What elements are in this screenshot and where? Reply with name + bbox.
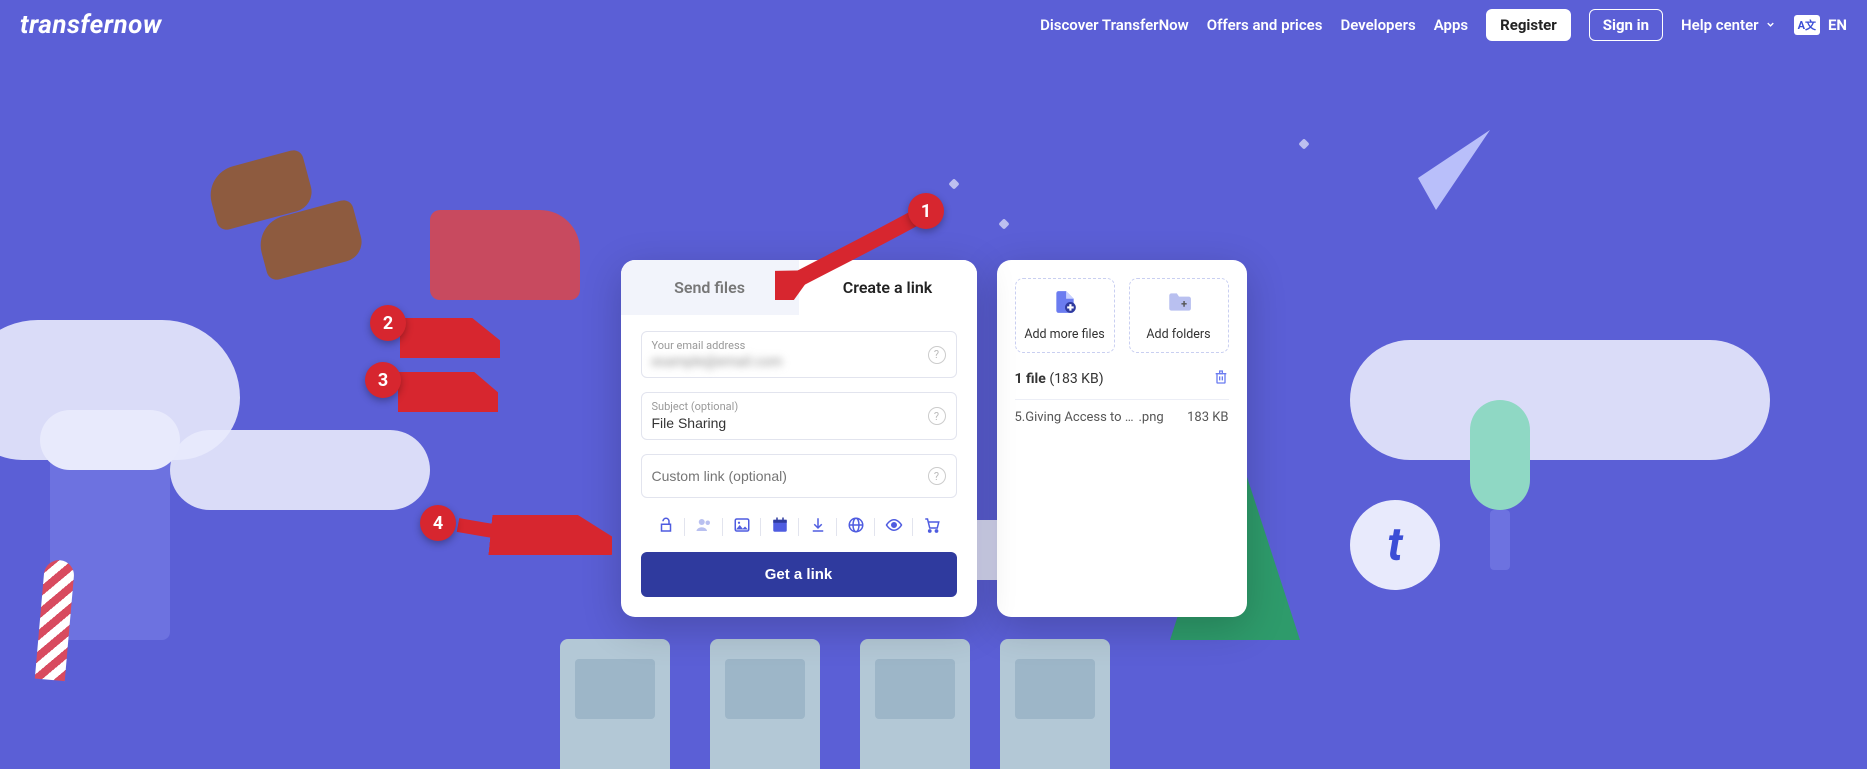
- file-total-size: (183 KB): [1049, 371, 1103, 387]
- annotation-marker-4: 4: [420, 505, 456, 541]
- calendar-icon: [771, 516, 789, 538]
- annotation-marker-2: 2: [370, 305, 406, 341]
- get-link-button[interactable]: Get a link: [641, 552, 957, 597]
- file-count: 1 file: [1015, 371, 1046, 387]
- eye-icon: [885, 516, 903, 538]
- annotation-marker-1: 1: [908, 193, 944, 229]
- help-icon[interactable]: ?: [928, 346, 946, 364]
- subject-field-wrapper[interactable]: Subject (optional) ?: [641, 392, 957, 440]
- option-language[interactable]: [837, 516, 875, 538]
- file-ext: .png: [1139, 410, 1164, 425]
- main-nav: Discover TransferNow Offers and prices D…: [1040, 9, 1847, 41]
- cart-icon: [923, 516, 941, 538]
- option-contacts[interactable]: [685, 516, 723, 538]
- file-plus-icon: [1052, 289, 1078, 321]
- help-icon[interactable]: ?: [928, 467, 946, 485]
- subject-label: Subject (optional): [652, 400, 922, 413]
- annotation-arrow-2: [400, 318, 500, 358]
- chevron-down-icon: [1765, 16, 1776, 34]
- email-input[interactable]: example@email.com: [652, 352, 922, 370]
- brand-logo[interactable]: transfernow: [20, 10, 162, 40]
- svg-text:+: +: [1181, 297, 1187, 310]
- options-row: [641, 512, 957, 552]
- file-size: 183 KB: [1187, 410, 1228, 425]
- register-button[interactable]: Register: [1486, 9, 1571, 41]
- option-shop[interactable]: [913, 516, 951, 538]
- add-files-button[interactable]: Add more files: [1015, 278, 1115, 353]
- tab-create-link[interactable]: Create a link: [799, 260, 977, 315]
- file-summary: 1 file (183 KB): [1015, 369, 1229, 399]
- file-item[interactable]: 5.Giving Access to e… .png 183 KB: [1015, 410, 1229, 425]
- help-center-menu[interactable]: Help center: [1681, 16, 1776, 34]
- lang-code: EN: [1828, 16, 1847, 34]
- annotation-arrow-4: [452, 515, 612, 555]
- email-label: Your email address: [652, 339, 922, 352]
- globe-icon: [847, 516, 865, 538]
- file-name: 5.Giving Access to e…: [1015, 410, 1135, 425]
- option-download[interactable]: [799, 516, 837, 538]
- help-icon[interactable]: ?: [928, 407, 946, 425]
- option-wallpaper[interactable]: [723, 516, 761, 538]
- transfer-tabs: Send files Create a link: [621, 260, 977, 315]
- nav-apps[interactable]: Apps: [1434, 16, 1468, 34]
- customlink-field-wrapper[interactable]: ?: [641, 454, 957, 498]
- transfer-card: Send files Create a link Your email addr…: [621, 260, 977, 617]
- users-icon: [695, 516, 713, 538]
- annotation-arrow-3: [398, 372, 498, 412]
- option-security[interactable]: [647, 516, 685, 538]
- customlink-input[interactable]: [652, 462, 922, 490]
- unlock-icon: [657, 516, 675, 538]
- add-folders-button[interactable]: + Add folders: [1129, 278, 1229, 353]
- option-date[interactable]: [761, 516, 799, 538]
- nav-offers[interactable]: Offers and prices: [1207, 16, 1323, 34]
- add-files-label: Add more files: [1022, 327, 1108, 342]
- tab-send-files[interactable]: Send files: [621, 260, 799, 315]
- add-folders-label: Add folders: [1136, 327, 1222, 342]
- nav-developers[interactable]: Developers: [1340, 16, 1415, 34]
- option-preview[interactable]: [875, 516, 913, 538]
- subject-input[interactable]: [652, 413, 922, 431]
- nav-discover[interactable]: Discover TransferNow: [1040, 16, 1189, 34]
- header: transfernow Discover TransferNow Offers …: [0, 0, 1867, 50]
- delete-all-button[interactable]: [1213, 369, 1229, 389]
- annotation-marker-3: 3: [365, 362, 401, 398]
- image-icon: [733, 516, 751, 538]
- translate-icon: A文: [1794, 15, 1820, 35]
- files-card: Add more files + Add folders 1 file (183…: [997, 260, 1247, 617]
- help-label: Help center: [1681, 16, 1759, 34]
- email-field-wrapper[interactable]: Your email address example@email.com ?: [641, 331, 957, 378]
- download-icon: [809, 516, 827, 538]
- trash-icon: [1213, 373, 1229, 389]
- language-switcher[interactable]: A文 EN: [1794, 15, 1847, 35]
- folder-plus-icon: +: [1166, 289, 1192, 321]
- signin-button[interactable]: Sign in: [1589, 9, 1663, 41]
